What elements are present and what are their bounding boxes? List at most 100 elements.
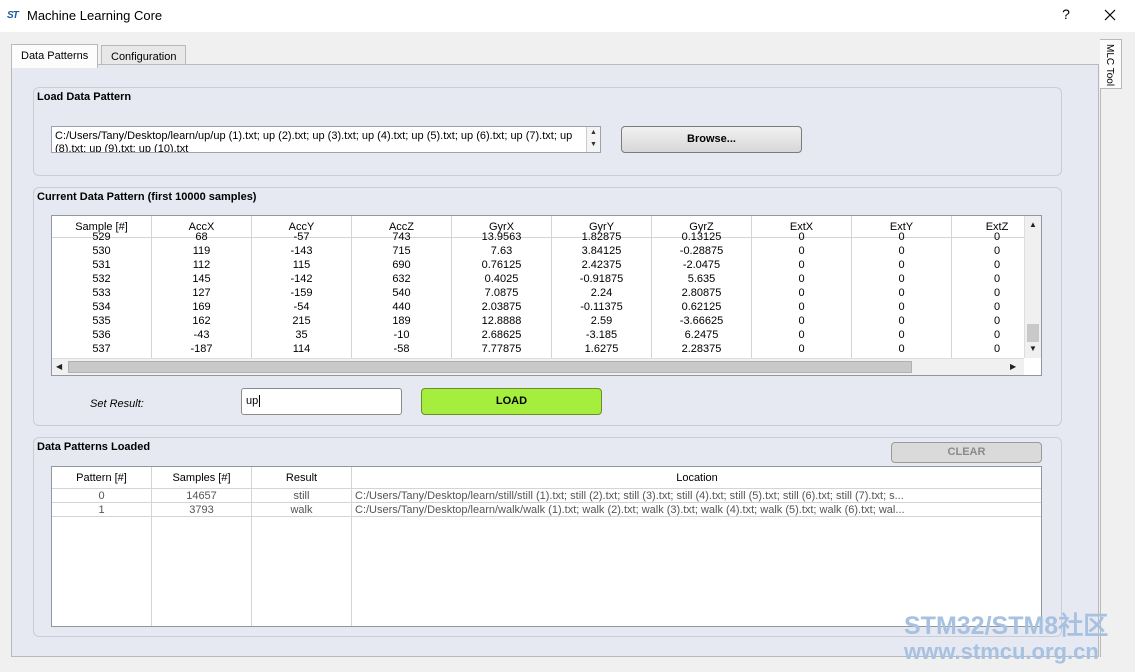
table-cell: 440 xyxy=(392,301,411,313)
table-cell: 215 xyxy=(292,315,311,327)
table-cell: 2.24 xyxy=(590,287,613,299)
table-cell: 531 xyxy=(92,259,111,271)
table-cell: 0 xyxy=(798,245,805,257)
table-cell: C:/Users/Tany/Desktop/learn/walk/walk (1… xyxy=(355,504,905,516)
table-cell: -54 xyxy=(293,301,310,313)
table-cell: 1.6275 xyxy=(584,343,619,355)
table-cell: 5.635 xyxy=(687,273,716,285)
tab-data-patterns[interactable]: Data Patterns xyxy=(11,44,99,68)
spin-down-icon[interactable]: ▼ xyxy=(587,139,600,151)
table-cell: 189 xyxy=(392,315,411,327)
table-cell: 632 xyxy=(392,273,411,285)
current-table-hscroll[interactable]: ◀ ▶ xyxy=(52,358,1024,375)
table-cell: walk xyxy=(290,504,313,516)
table-cell: 3793 xyxy=(189,504,214,516)
loaded-table-header: Pattern [#] Samples [#] Result Location xyxy=(52,467,1041,489)
table-row[interactable]: 534 169 -54 440 2.03875 -0.11375 0.62125 0 0 0 xyxy=(52,300,1041,314)
table-cell: 530 xyxy=(92,245,111,257)
table-cell: -10 xyxy=(393,329,410,341)
column-header[interactable]: Samples [#] xyxy=(152,467,252,489)
column-header[interactable]: Pattern [#] xyxy=(52,467,152,489)
table-cell: 715 xyxy=(392,245,411,257)
table-cell: 7.63 xyxy=(490,245,513,257)
table-cell: -2.0475 xyxy=(682,259,721,271)
hscroll-thumb[interactable] xyxy=(68,361,912,373)
table-cell: 112 xyxy=(192,259,211,271)
set-result-label: Set Result: xyxy=(90,398,144,410)
table-row[interactable]: 1 3793 walk C:/Users/Tany/Desktop/learn/wal… xyxy=(52,503,1041,517)
table-cell: 6.2475 xyxy=(684,329,719,341)
current-table-vscroll[interactable]: ▲ ▼ xyxy=(1024,216,1041,358)
current-data-pattern-title: Current Data Pattern (first 10000 sample… xyxy=(37,191,257,203)
table-row[interactable]: 537 -187 114 -58 7.77875 1.6275 2.28375 0 0 0 xyxy=(52,342,1041,356)
table-cell: 169 xyxy=(192,301,211,313)
table-cell: 0.13125 xyxy=(681,231,722,243)
scroll-right-icon[interactable]: ▶ xyxy=(1010,362,1016,371)
table-cell: 0 xyxy=(98,490,105,502)
table-row[interactable]: 531 112 115 690 0.76125 2.42375 -2.0475 0 0 0 xyxy=(52,258,1041,272)
scroll-down-icon[interactable]: ▼ xyxy=(1029,344,1037,353)
table-cell: 12.8888 xyxy=(481,315,522,327)
table-row[interactable]: 535 162 215 189 12.8888 2.59 -3.66625 0 0 0 xyxy=(52,314,1041,328)
browse-button[interactable]: Browse... xyxy=(621,126,802,153)
table-cell: 0 xyxy=(898,273,905,285)
table-row[interactable]: 536 -43 35 -10 2.68625 -3.185 6.2475 0 0 0 xyxy=(52,328,1041,342)
table-cell: -143 xyxy=(290,245,313,257)
table-cell: 0 xyxy=(898,231,905,243)
table-cell: 119 xyxy=(192,245,211,257)
table-cell: 1 xyxy=(98,504,105,516)
table-cell: -142 xyxy=(290,273,313,285)
table-cell: 534 xyxy=(92,301,111,313)
table-cell: 114 xyxy=(292,343,311,355)
current-data-table[interactable]: Sample [#] AccX AccY AccZ GyrX GyrY GyrZ ExtX Ex… xyxy=(51,215,1042,376)
table-cell: -58 xyxy=(393,343,410,355)
table-cell: 0 xyxy=(798,287,805,299)
table-cell: 1.82875 xyxy=(581,231,622,243)
spin-up-icon[interactable]: ▲ xyxy=(587,127,600,139)
table-cell: 7.0875 xyxy=(484,287,519,299)
table-cell: 0 xyxy=(898,245,905,257)
load-data-pattern-title: Load Data Pattern xyxy=(37,91,132,103)
table-row[interactable]: 532 145 -142 632 0.4025 -0.91875 5.635 0 0 0 xyxy=(52,272,1041,286)
table-cell: 0 xyxy=(798,231,805,243)
table-cell: 529 xyxy=(92,231,111,243)
result-value: up xyxy=(246,395,259,407)
scroll-up-icon[interactable]: ▲ xyxy=(1029,220,1037,229)
table-cell: 0 xyxy=(898,301,905,313)
table-cell: 68 xyxy=(195,231,208,243)
path-scroll-spinner[interactable]: ▲ ▼ xyxy=(586,127,600,152)
result-input[interactable]: up xyxy=(241,388,402,415)
table-row[interactable]: 0 14657 still C:/Users/Tany/Desktop/learn/s… xyxy=(52,489,1041,503)
window-title: Machine Learning Core xyxy=(27,8,163,23)
path-input[interactable]: C:/Users/Tany/Desktop/learn/up/up (1).tx… xyxy=(51,126,601,153)
help-button[interactable]: ? xyxy=(1055,6,1077,26)
table-cell: 0.76125 xyxy=(481,259,522,271)
vscroll-thumb[interactable] xyxy=(1027,324,1039,342)
table-row[interactable]: 529 68 -57 743 13.9563 1.82875 0.13125 0 0 0 xyxy=(52,230,1041,244)
st-logo-icon: ST xyxy=(7,10,19,21)
column-header[interactable]: Location xyxy=(352,467,1041,489)
table-cell: 0 xyxy=(798,329,805,341)
table-cell: 533 xyxy=(92,287,111,299)
table-cell: 0 xyxy=(898,329,905,341)
load-button[interactable]: LOAD xyxy=(421,388,602,415)
loaded-patterns-table[interactable]: Pattern [#] Samples [#] Result Location 0 14… xyxy=(51,466,1042,627)
scroll-left-icon[interactable]: ◀ xyxy=(56,362,62,371)
close-button[interactable] xyxy=(1098,5,1122,27)
table-cell: 127 xyxy=(192,287,211,299)
tab-mlc-tool[interactable]: MLC Tool xyxy=(1100,39,1122,89)
table-cell: 0 xyxy=(798,259,805,271)
table-cell: 2.68625 xyxy=(481,329,522,341)
table-cell: 0 xyxy=(798,315,805,327)
table-row[interactable]: 530 119 -143 715 7.63 3.84125 -0.28875 0 0 0 xyxy=(52,244,1041,258)
table-cell: -0.11375 xyxy=(580,301,623,313)
clear-button[interactable]: CLEAR xyxy=(891,442,1042,463)
table-cell: 162 xyxy=(192,315,211,327)
table-cell: 35 xyxy=(295,329,308,341)
table-row[interactable]: 533 127 -159 540 7.0875 2.24 2.80875 0 0 0 xyxy=(52,286,1041,300)
close-icon xyxy=(1104,9,1116,21)
table-cell: still xyxy=(293,490,310,502)
column-header[interactable]: Result xyxy=(252,467,352,489)
table-cell: 743 xyxy=(392,231,411,243)
table-cell: 2.42375 xyxy=(581,259,622,271)
